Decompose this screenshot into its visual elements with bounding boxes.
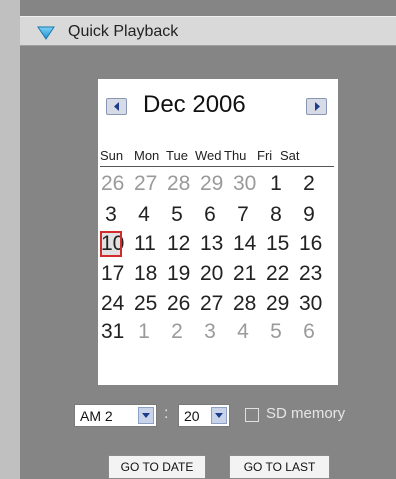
- chevron-right-icon: [314, 102, 320, 111]
- calendar-day[interactable]: 28: [233, 292, 256, 316]
- collapse-triangle-icon[interactable]: [37, 25, 55, 41]
- minute-select[interactable]: 20: [178, 404, 230, 427]
- calendar-day[interactable]: 5: [266, 320, 286, 344]
- calendar-day[interactable]: 25: [134, 292, 157, 316]
- calendar-day[interactable]: 3: [101, 203, 121, 227]
- calendar-day[interactable]: 23: [299, 262, 322, 286]
- weekday-thu: Thu: [224, 148, 247, 163]
- time-separator: :: [164, 405, 169, 422]
- calendar-day[interactable]: 15: [266, 232, 289, 256]
- panel-header[interactable]: Quick Playback: [20, 16, 396, 46]
- calendar-day[interactable]: 4: [134, 203, 154, 227]
- weekday-sat: Sat: [280, 148, 300, 163]
- calendar-day[interactable]: 27: [200, 292, 223, 316]
- calendar-day[interactable]: 2: [167, 320, 187, 344]
- calendar-day[interactable]: 31: [101, 320, 124, 344]
- go-to-date-button[interactable]: GO TO DATE: [108, 455, 206, 479]
- hour-select[interactable]: AM 2: [74, 404, 157, 427]
- month-label: Dec 2006: [143, 91, 246, 118]
- calendar-day[interactable]: 19: [167, 262, 190, 286]
- calendar-day[interactable]: 1: [134, 320, 154, 344]
- weekday-divider: [100, 166, 334, 167]
- calendar-day[interactable]: 12: [167, 232, 190, 256]
- sd-memory-label: SD memory: [266, 405, 346, 422]
- calendar-day[interactable]: 26: [167, 292, 190, 316]
- calendar-day[interactable]: 9: [299, 203, 319, 227]
- calendar-day[interactable]: 5: [167, 203, 187, 227]
- calendar-day[interactable]: 3: [200, 320, 220, 344]
- calendar-day[interactable]: 11: [134, 232, 156, 256]
- calendar-day[interactable]: 8: [266, 203, 286, 227]
- calendar-day[interactable]: 20: [200, 262, 223, 286]
- minute-select-value: 20: [184, 408, 200, 424]
- prev-month-button[interactable]: [106, 98, 127, 115]
- calendar-day[interactable]: 21: [233, 262, 256, 286]
- calendar-day[interactable]: 6: [200, 203, 220, 227]
- chevron-left-icon: [113, 102, 119, 111]
- next-month-button[interactable]: [306, 98, 327, 115]
- calendar-day[interactable]: 24: [101, 292, 124, 316]
- weekday-sun: Sun: [100, 148, 124, 163]
- calendar-day[interactable]: 22: [266, 262, 289, 286]
- calendar-day[interactable]: 17: [101, 262, 124, 286]
- calendar-day[interactable]: 30: [299, 292, 322, 316]
- calendar-day[interactable]: 13: [200, 232, 223, 256]
- weekday-mon: Mon: [134, 148, 160, 163]
- hour-select-value: AM 2: [80, 408, 113, 424]
- calendar-day[interactable]: 29: [200, 172, 223, 196]
- calendar-day[interactable]: 10: [100, 231, 124, 257]
- calendar-day[interactable]: 4: [233, 320, 253, 344]
- chevron-down-icon[interactable]: [211, 407, 227, 424]
- weekday-tue: Tue: [166, 148, 188, 163]
- go-to-last-button[interactable]: GO TO LAST: [229, 455, 330, 479]
- calendar-day[interactable]: 14: [233, 232, 256, 256]
- calendar-day[interactable]: 27: [134, 172, 157, 196]
- calendar-day[interactable]: 30: [233, 172, 256, 196]
- panel-title: Quick Playback: [68, 23, 179, 40]
- calendar-day[interactable]: 26: [101, 172, 124, 196]
- chevron-down-icon[interactable]: [138, 407, 154, 424]
- calendar-day[interactable]: 1: [266, 172, 286, 196]
- weekday-wed: Wed: [195, 148, 222, 163]
- calendar-day[interactable]: 6: [299, 320, 319, 344]
- calendar-day[interactable]: 28: [167, 172, 190, 196]
- calendar-day[interactable]: 7: [233, 203, 253, 227]
- sd-memory-checkbox[interactable]: [245, 408, 259, 422]
- weekday-fri: Fri: [257, 148, 273, 163]
- calendar-day[interactable]: 18: [134, 262, 157, 286]
- calendar-day[interactable]: 29: [266, 292, 289, 316]
- calendar-day[interactable]: 2: [299, 172, 319, 196]
- calendar-day[interactable]: 16: [299, 232, 322, 256]
